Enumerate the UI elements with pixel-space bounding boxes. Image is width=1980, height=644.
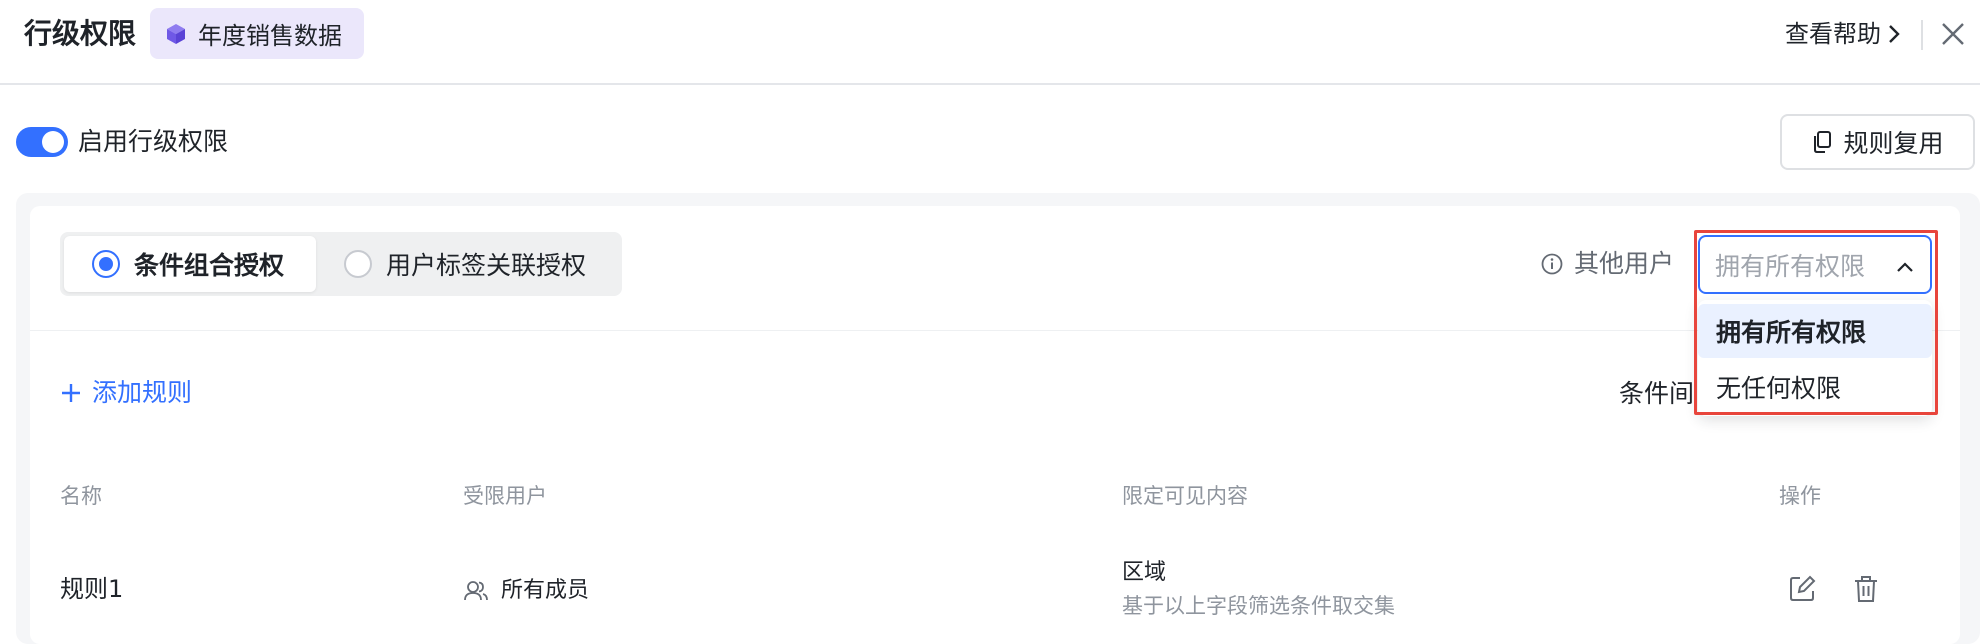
radio-selected-icon [92,250,120,278]
close-icon[interactable] [1937,18,1969,50]
restricted-users-text: 所有成员 [501,578,590,603]
page-title: 行级权限 [24,17,137,50]
cube-icon [164,22,188,46]
auth-mode-condition-label: 条件组合授权 [134,251,285,280]
reuse-rules-button[interactable]: 规则复用 [1780,114,1975,170]
delete-icon[interactable] [1851,574,1881,608]
rule-name: 规则1 [60,575,124,603]
add-rule-label: 添加规则 [92,378,193,407]
chevron-up-icon [1894,255,1916,284]
content-field-title: 区域 [1122,560,1167,585]
other-users-select-value: 拥有所有权限 [1715,251,1866,281]
column-header-actions: 操作 [1779,484,1821,508]
restricted-users-cell: 所有成员 [463,574,589,608]
radio-unselected-icon [344,250,372,278]
condition-relation-label: 条件间 [1619,379,1695,408]
dataset-tag[interactable]: 年度销售数据 [150,8,364,59]
help-link-label: 查看帮助 [1785,20,1881,48]
panel-divider [30,330,1960,331]
reuse-rules-label: 规则复用 [1843,129,1944,158]
info-icon[interactable] [1540,252,1564,276]
add-rule-button[interactable]: 添加规则 [60,375,192,411]
other-users-label: 其他用户 [1540,246,1674,282]
dropdown-option-no-permissions[interactable]: 无任何权限 [1698,360,1932,414]
column-header-content: 限定可见内容 [1122,484,1248,508]
edit-icon[interactable] [1787,574,1817,608]
user-group-icon [463,579,489,603]
plus-icon [60,382,82,404]
header-separator [0,83,1980,85]
toggle-label: 启用行级权限 [78,127,229,156]
column-header-name: 名称 [60,484,102,508]
other-users-dropdown: 拥有所有权限 无任何权限 [1698,300,1932,416]
auth-mode-condition[interactable]: 条件组合授权 [64,236,316,292]
chevron-right-icon [1885,22,1903,46]
dropdown-option-all-permissions[interactable]: 拥有所有权限 [1698,304,1932,358]
help-link[interactable]: 查看帮助 [1785,16,1903,52]
other-users-select[interactable]: 拥有所有权限 [1698,235,1932,294]
dataset-name: 年度销售数据 [198,22,342,50]
column-header-users: 受限用户 [463,484,547,508]
copy-icon [1811,130,1833,154]
other-users-text: 其他用户 [1574,249,1675,278]
auth-mode-user-tag-label: 用户标签关联授权 [386,251,587,280]
header-divider [1921,20,1923,50]
auth-mode-user-tag[interactable]: 用户标签关联授权 [330,236,618,292]
content-field-desc: 基于以上字段筛选条件取交集 [1122,594,1395,618]
row-permission-toggle[interactable] [16,127,68,157]
